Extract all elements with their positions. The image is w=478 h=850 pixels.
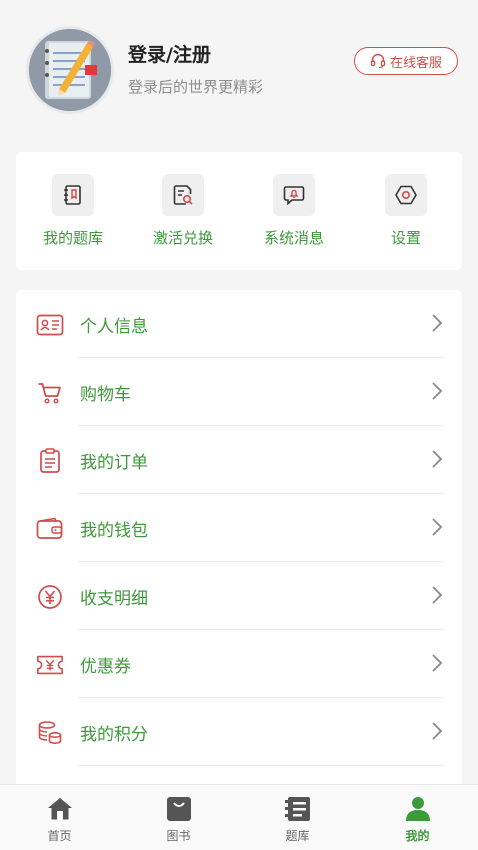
menu-item-personal-info[interactable]: 个人信息: [16, 290, 462, 358]
tab-home[interactable]: 首页: [0, 785, 119, 850]
activate-icon: [173, 185, 193, 205]
menu-item-income-expense[interactable]: 收支明细: [16, 562, 462, 630]
tab-label: 首页: [47, 829, 72, 843]
tab-mine[interactable]: 我的: [358, 785, 477, 850]
notebook-pencil-icon: [29, 29, 111, 111]
chevron-right-icon: [432, 382, 443, 400]
login-register-link[interactable]: 登录/注册: [128, 40, 211, 67]
menu-item-label: 购物车: [80, 385, 131, 405]
home-icon: [47, 798, 72, 820]
menu-item-label: 我的订单: [80, 453, 148, 473]
menu-item-cart[interactable]: 购物车: [16, 358, 462, 426]
tab-label: 图书: [166, 829, 191, 843]
quick-item-label: 我的题库: [42, 229, 103, 247]
chevron-right-icon: [432, 722, 443, 740]
quick-item-system-messages[interactable]: 系统消息: [249, 174, 339, 254]
menu-item-label: 我的积分: [80, 725, 148, 745]
cart-icon: [38, 383, 61, 404]
login-subtitle: 登录后的世界更精彩: [128, 78, 264, 96]
book-icon: [64, 185, 81, 205]
quick-actions-card: 我的题库 激活兑换 系统消息 设置: [16, 152, 462, 270]
quick-item-label: 激活兑换: [152, 229, 213, 247]
menu-item-label: 收支明细: [80, 589, 148, 609]
yen-circle-icon: [38, 585, 62, 609]
quick-item-label: 设置: [390, 229, 421, 247]
chevron-right-icon: [432, 314, 443, 332]
divider: [78, 765, 444, 766]
wallet-icon: [36, 517, 63, 539]
chevron-right-icon: [432, 518, 443, 536]
id-card-icon: [36, 314, 64, 336]
user-icon: [405, 797, 430, 821]
menu-item-coupons[interactable]: 优惠券: [16, 630, 462, 698]
tab-label: 题库: [285, 829, 310, 843]
order-icon: [40, 448, 60, 473]
bottom-tab-bar: 首页 图书 题库 我的: [0, 784, 478, 850]
question-bank-icon: [284, 797, 310, 821]
coins-icon: [38, 721, 62, 745]
menu-item-my-orders[interactable]: 我的订单: [16, 426, 462, 494]
bell-message-icon: [283, 186, 305, 206]
tab-label: 我的: [405, 829, 430, 843]
menu-item-label: 个人信息: [80, 317, 148, 337]
quick-item-my-question-bank[interactable]: 我的题库: [28, 174, 118, 254]
quick-item-settings[interactable]: 设置: [361, 174, 451, 254]
online-service-label: 在线客服: [389, 55, 442, 71]
quick-item-activate-redeem[interactable]: 激活兑换: [138, 174, 228, 254]
tab-books[interactable]: 图书: [119, 785, 238, 850]
chevron-right-icon: [432, 586, 443, 604]
quick-item-label: 系统消息: [263, 229, 324, 247]
chevron-right-icon: [432, 654, 443, 672]
coupon-icon: [37, 655, 63, 675]
menu-list: 个人信息 购物车 我的订单 我的钱包 收支明细 优惠券 我的积分: [16, 290, 462, 790]
bag-icon: [166, 797, 191, 821]
chevron-right-icon: [432, 450, 443, 468]
profile-header: 登录/注册 登录后的世界更精彩 在线客服: [0, 0, 478, 140]
menu-item-my-wallet[interactable]: 我的钱包: [16, 494, 462, 562]
menu-item-label: 优惠券: [80, 657, 131, 677]
settings-icon: [395, 185, 417, 205]
headset-icon: [370, 53, 386, 69]
online-service-button[interactable]: 在线客服: [354, 47, 458, 75]
avatar[interactable]: [26, 26, 114, 114]
menu-item-label: 我的钱包: [80, 521, 148, 541]
menu-item-my-points[interactable]: 我的积分: [16, 698, 462, 766]
tab-question-bank[interactable]: 题库: [238, 785, 357, 850]
